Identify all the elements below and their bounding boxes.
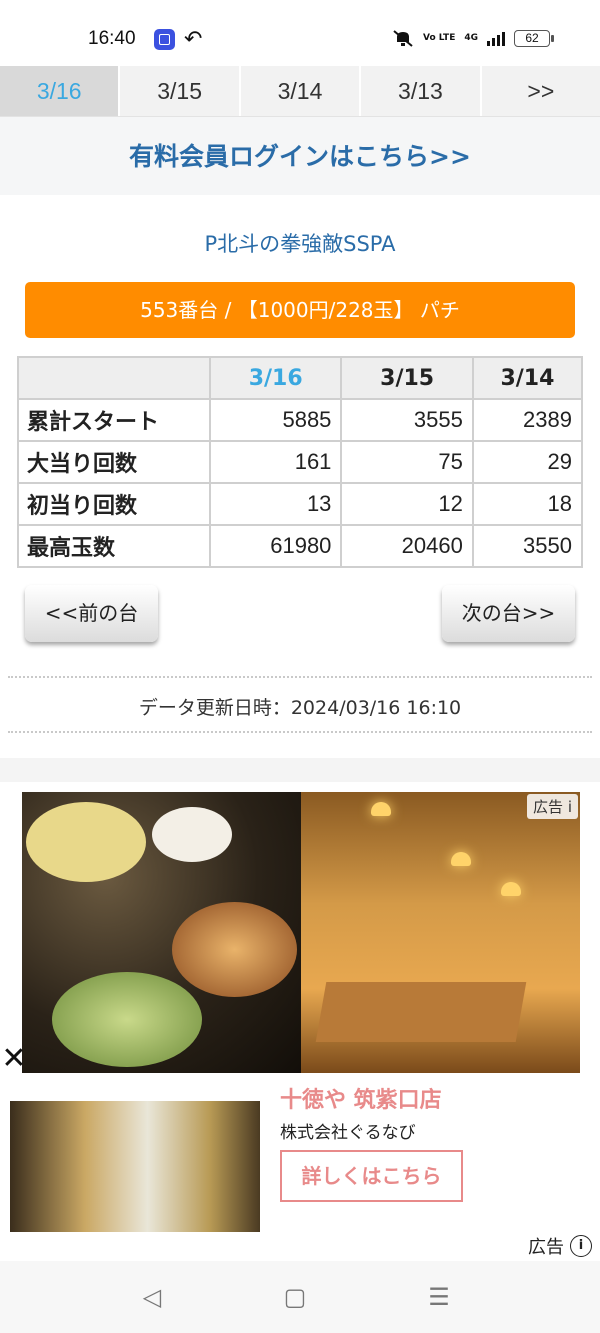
ad-banner-image[interactable]: 広告 i [22,792,580,1073]
table-cell: 18 [471,482,584,526]
tab-date-2[interactable]: 3/14 [241,66,362,116]
ad-food-photo [22,792,301,1073]
table-row: 累計スタート 5885 3555 2389 [17,398,584,442]
table-header-row: 3/16 3/15 3/14 [17,356,584,400]
info-icon: i [567,798,572,816]
status-indicators: Vo LTE 4G 62 [392,29,554,47]
back-arrow-status-icon: ↶ [184,27,203,52]
table-row: 大当り回数 161 75 29 [17,440,584,484]
update-timestamp: データ更新日時：2024/03/16 16:10 [138,697,462,719]
tab-date-0[interactable]: 3/16 [0,66,121,116]
machine-banner: 553番台 / 【1000円/228玉】 パチ [25,282,575,338]
ad-cta-button[interactable]: 詳しくはこちら [280,1150,463,1202]
ad-title[interactable]: 十徳や 筑紫口店 [280,1082,442,1114]
signal-icon [487,30,505,46]
table-cell: 61980 [208,524,343,568]
table-cell: 2389 [471,398,584,442]
table-cell: 3555 [340,398,474,442]
system-nav-bar: ◁ ▢ ☰ [0,1261,600,1333]
app-notification-icon [154,29,175,50]
bottom-ad[interactable]: 十徳や 筑紫口店 株式会社ぐるなび 詳しくはこちら 広告 i [0,1073,600,1261]
prev-machine-button[interactable]: <<前の台 [25,585,158,642]
date-tabs: 3/16 3/15 3/14 3/13 >> [0,66,600,117]
ad-company: 株式会社ぐるなび [280,1123,416,1143]
table-header-date: 3/16 [208,356,343,400]
close-ad-icon[interactable]: ✕ [0,1044,28,1074]
table-cell: 5885 [208,398,343,442]
row-label: 初当り回数 [17,482,211,526]
table-cell: 161 [208,440,343,484]
table-cell: 3550 [471,524,584,568]
back-arrow-icon[interactable]: ◁ [138,1283,166,1311]
row-label: 累計スタート [17,398,211,442]
ad-badge-label: 広告 [533,798,564,816]
ad-product-image [10,1101,260,1232]
row-label: 大当り回数 [17,440,211,484]
divider [8,676,592,678]
tab-date-1[interactable]: 3/15 [120,66,241,116]
volte-icon: Vo LTE [423,32,456,43]
tab-next-dates[interactable]: >> [482,66,600,116]
status-bar: 16:40 ↶ Vo LTE 4G 62 [0,0,600,66]
battery-icon: 62 [514,29,554,47]
row-label: 最高玉数 [17,524,211,568]
table-row: 最高玉数 61980 20460 3550 [17,524,584,568]
table-cell: 13 [208,482,343,526]
divider [8,731,592,733]
next-machine-button[interactable]: 次の台>> [442,585,575,642]
table-header-date: 3/14 [471,356,584,400]
info-icon: i [570,1235,592,1257]
status-time: 16:40 [88,28,136,49]
table-cell: 29 [471,440,584,484]
table-cell: 12 [340,482,474,526]
table-row: 初当り回数 13 12 18 [17,482,584,526]
section-gap [0,758,600,782]
table-header-date: 3/15 [340,356,474,400]
table-header-empty [17,356,211,400]
home-icon[interactable]: ▢ [281,1283,309,1311]
tab-date-3[interactable]: 3/13 [361,66,482,116]
table-cell: 20460 [340,524,474,568]
member-login-section: 有料会員ログインはこちら>> [0,117,600,195]
ad-restaurant-photo [301,792,580,1073]
machine-name: P北斗の拳強敵SSPA [204,232,396,256]
table-cell: 75 [340,440,474,484]
ad-label-text: 広告 [528,1237,564,1258]
mute-bell-icon [392,29,414,47]
menu-icon[interactable]: ☰ [425,1283,453,1311]
ad-label[interactable]: 広告 i [528,1233,592,1259]
stats-table: 3/16 3/15 3/14 累計スタート 5885 3555 2389 大当り… [17,356,584,568]
network-type-label: 4G [464,32,478,43]
ad-badge[interactable]: 広告 i [527,794,578,819]
member-login-link[interactable]: 有料会員ログインはこちら>> [129,142,471,171]
